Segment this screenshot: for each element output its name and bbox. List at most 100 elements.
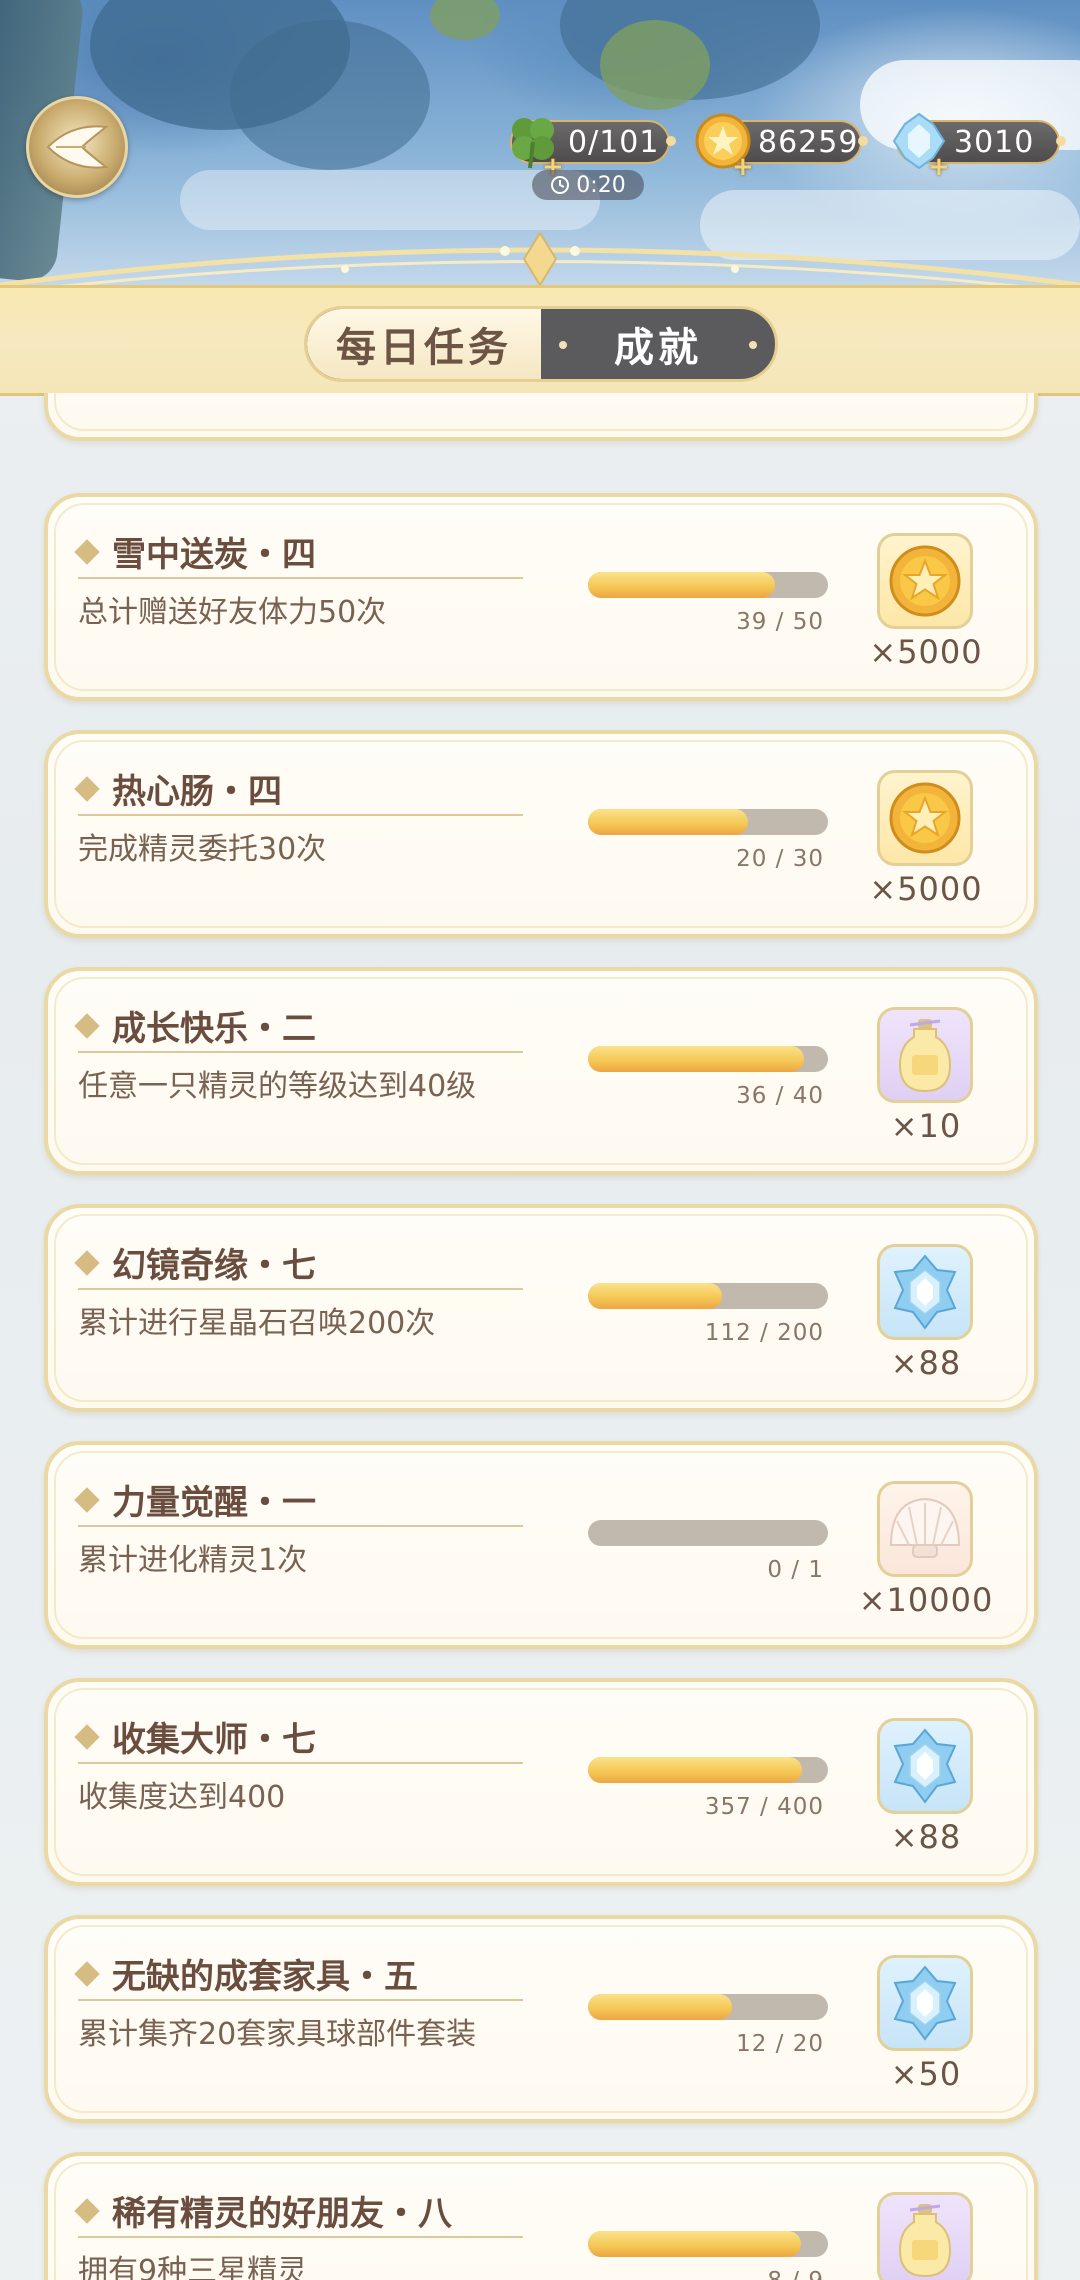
reward-item[interactable]	[877, 1244, 973, 1340]
reward-count: ×5000	[869, 870, 983, 908]
progress-text: 357 / 400	[704, 1794, 824, 1820]
gem-counter[interactable]: + 3010	[892, 112, 1066, 182]
tree-foliage	[430, 0, 500, 40]
progress-bar-fill	[588, 2231, 802, 2257]
pill-end-dot	[858, 136, 868, 146]
progress-bar	[588, 1994, 828, 2020]
plus-icon[interactable]: +	[928, 152, 950, 182]
achievement-card[interactable]: 稀有精灵的好朋友・八 拥有9种三星精灵 8 / 9	[44, 2152, 1038, 2280]
tab-daily-label: 每日任务	[336, 325, 512, 371]
coin-counter[interactable]: + 86259	[695, 113, 868, 182]
tab-achievements-label: 成就	[614, 325, 702, 371]
tab-dot	[559, 341, 567, 349]
achievement-title: 热心肠・四	[74, 764, 282, 813]
achievement-list[interactable]: 雪中送炭・四 总计赠送好友体力50次 39 / 50 ×5000 热心肠・四 完…	[0, 393, 1080, 2280]
reward-item[interactable]	[877, 770, 973, 866]
title-underline	[78, 577, 523, 579]
achievement-card[interactable]: 无缺的成套家具・五 累计集齐20套家具球部件套装 12 / 20 ×50	[44, 1915, 1038, 2123]
reward-item[interactable]	[877, 2192, 973, 2280]
tab-achievements[interactable]: 成就	[541, 309, 775, 379]
achievement-card[interactable]: 收集大师・七 收集度达到400 357 / 400 ×88	[44, 1678, 1038, 1886]
progress-bar-fill	[588, 1046, 804, 1072]
reward-count: ×88	[890, 1818, 962, 1856]
achievement-description: 收集度达到400	[78, 1780, 286, 1815]
diamond-bullet-icon	[74, 775, 100, 802]
achievement-description: 累计进化精灵1次	[78, 1543, 308, 1578]
title-underline	[78, 814, 523, 816]
achievement-title-text: 热心肠・四	[112, 772, 282, 812]
crystal-gem-icon	[885, 1252, 965, 1332]
reward-count: ×5000	[869, 633, 983, 671]
title-underline	[78, 1762, 523, 1764]
progress-bar-fill	[588, 572, 776, 598]
back-button[interactable]	[26, 96, 128, 198]
clover-value: 0/101	[568, 124, 660, 160]
achievement-title-text: 成长快乐・二	[112, 1009, 316, 1049]
clover-counter[interactable]: + 0/101	[510, 118, 676, 182]
achievement-card[interactable]: 幻镜奇缘・七 累计进行星晶石召唤200次 112 / 200 ×88	[44, 1204, 1038, 1412]
tree-foliage	[600, 20, 710, 110]
potion-bottle-icon	[890, 2200, 960, 2280]
achievement-title: 收集大师・七	[74, 1712, 316, 1761]
progress-text: 0 / 1	[767, 1557, 824, 1583]
diamond-bullet-icon	[74, 1012, 100, 1039]
tree-foliage	[230, 20, 430, 170]
reward-item[interactable]	[877, 1955, 973, 2051]
diamond-bullet-icon	[74, 1249, 100, 1276]
diamond-bullet-icon	[74, 1723, 100, 1750]
plus-icon[interactable]: +	[732, 152, 754, 182]
progress-bar-fill	[588, 809, 749, 835]
progress-bar	[588, 809, 828, 835]
crystal-gem-icon	[885, 1726, 965, 1806]
reward-item[interactable]	[877, 1718, 973, 1814]
reward-item[interactable]	[877, 1481, 973, 1577]
achievement-card[interactable]: 雪中送炭・四 总计赠送好友体力50次 39 / 50 ×5000	[44, 493, 1038, 701]
diamond-bullet-icon	[74, 1960, 100, 1987]
star-coin-icon	[886, 779, 964, 857]
reward-count: ×88	[890, 1344, 962, 1382]
diamond-bullet-icon	[74, 2197, 100, 2224]
progress-text: 39 / 50	[736, 609, 824, 635]
progress-bar	[588, 1757, 828, 1783]
achievement-title-text: 幻镜奇缘・七	[112, 1246, 316, 1286]
achievement-card[interactable]: 成长快乐・二 任意一只精灵的等级达到40级 36 / 40 ×10	[44, 967, 1038, 1175]
title-underline	[78, 1288, 523, 1290]
achievement-title: 成长快乐・二	[74, 1001, 316, 1050]
achievement-title: 稀有精灵的好朋友・八	[74, 2186, 452, 2235]
title-underline	[78, 2236, 523, 2238]
progress-bar-fill	[588, 1757, 803, 1783]
tab-daily-tasks[interactable]: 每日任务	[307, 309, 541, 379]
progress-text: 112 / 200	[704, 1320, 824, 1346]
achievement-card[interactable]: 力量觉醒・一 累计进化精灵1次 0 / 1 ×10000	[44, 1441, 1038, 1649]
progress-bar	[588, 1283, 828, 1309]
achievement-title-text: 力量觉醒・一	[112, 1483, 316, 1523]
tab-switcher: 每日任务 成就	[304, 306, 778, 382]
reward-item[interactable]	[877, 1007, 973, 1103]
clock-icon	[551, 176, 570, 194]
achievement-card-partial	[44, 393, 1038, 441]
coin-value: 86259	[758, 124, 859, 160]
achievement-card[interactable]: 热心肠・四 完成精灵委托30次 20 / 30 ×5000	[44, 730, 1038, 938]
crystal-gem-icon	[885, 1963, 965, 2043]
achievement-description: 累计进行星晶石召唤200次	[78, 1306, 436, 1341]
progress-bar	[588, 1046, 828, 1072]
clover-timer: 0:20	[532, 170, 644, 200]
pill-end-dot	[666, 136, 676, 146]
reward-count: ×10	[890, 1107, 962, 1145]
achievement-title: 力量觉醒・一	[74, 1475, 316, 1524]
progress-text: 20 / 30	[736, 846, 824, 872]
achievement-title-text: 稀有精灵的好朋友・八	[112, 2194, 452, 2234]
achievement-title-text: 雪中送炭・四	[112, 535, 316, 575]
reward-count: ×10000	[858, 1581, 994, 1619]
tab-dot	[749, 341, 757, 349]
progress-bar	[588, 1520, 828, 1546]
potion-bottle-icon	[890, 1015, 960, 1095]
progress-text: 36 / 40	[736, 1083, 824, 1109]
achievement-title-text: 收集大师・七	[112, 1720, 316, 1760]
achievement-title: 幻镜奇缘・七	[74, 1238, 316, 1287]
progress-bar	[588, 2231, 828, 2257]
achievement-description: 拥有9种三星精灵	[78, 2254, 308, 2280]
title-underline	[78, 1999, 523, 2001]
title-underline	[78, 1051, 523, 1053]
reward-item[interactable]	[877, 533, 973, 629]
